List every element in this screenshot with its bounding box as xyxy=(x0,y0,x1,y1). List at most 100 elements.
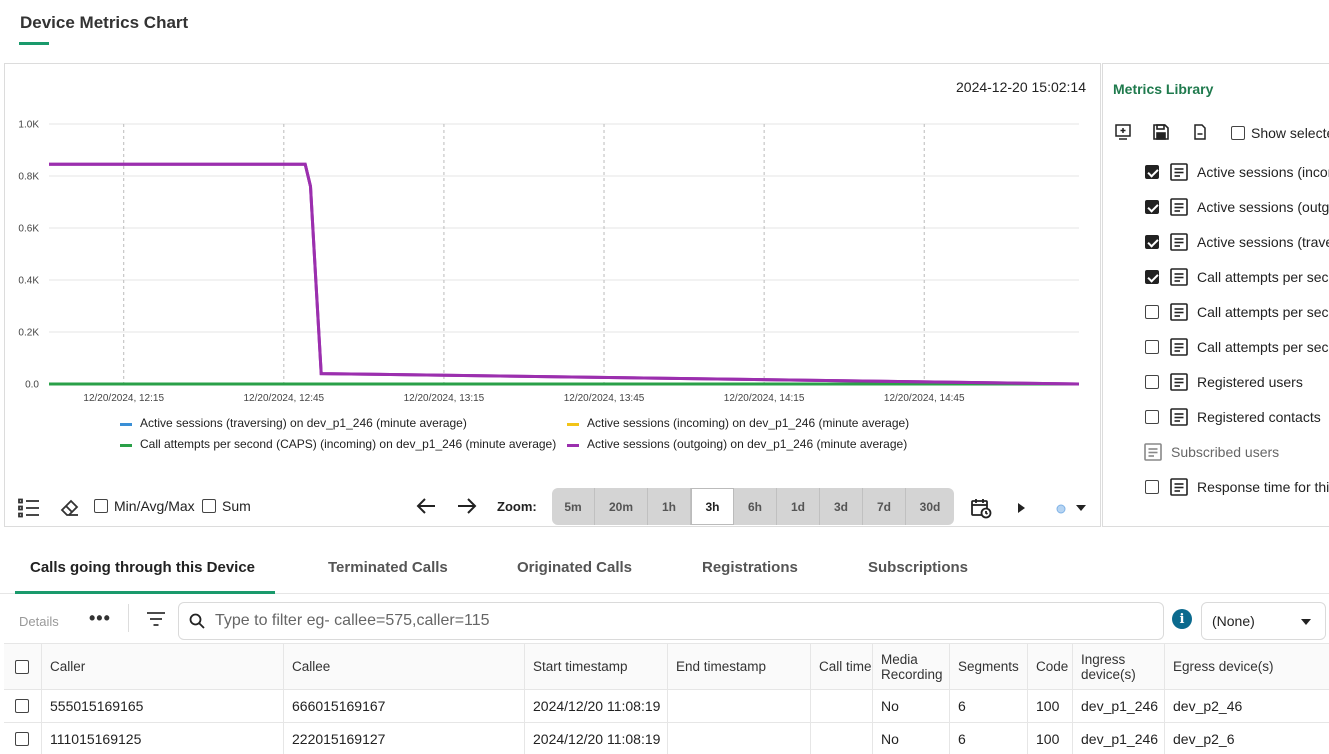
zoom-label: Zoom: xyxy=(497,499,537,514)
column-preset-select[interactable]: (None) xyxy=(1201,602,1326,640)
zoom-3h-button[interactable]: 3h xyxy=(691,488,734,525)
library-toolbar: Show selected xyxy=(1113,122,1329,146)
library-item[interactable]: Subscribed users xyxy=(1139,440,1279,464)
zoom-30d-button[interactable]: 30d xyxy=(906,488,954,525)
file-minus-icon[interactable] xyxy=(1190,122,1210,142)
x-tick-label: 12/20/2024, 14:15 xyxy=(724,393,805,404)
library-item-checkbox[interactable] xyxy=(1145,235,1159,249)
minavgmax-box[interactable] xyxy=(94,499,108,513)
zoom-1h-button[interactable]: 1h xyxy=(648,488,691,525)
library-item[interactable]: Active sessions (outgoing) xyxy=(1145,195,1329,219)
column-header[interactable]: Start timestamp xyxy=(525,644,668,689)
sum-checkbox[interactable]: Sum xyxy=(202,498,251,514)
metrics-library-title: Metrics Library xyxy=(1113,81,1214,97)
library-item[interactable]: Call attempts per second xyxy=(1145,335,1329,359)
eraser-icon[interactable] xyxy=(58,496,82,520)
library-item-label: Response time for this xyxy=(1197,479,1329,495)
library-item[interactable]: Registered users xyxy=(1145,370,1303,394)
tab-originated-calls[interactable]: Originated Calls xyxy=(517,559,632,576)
tab-terminated-calls[interactable]: Terminated Calls xyxy=(328,559,448,576)
library-item[interactable]: Active sessions (incoming) xyxy=(1145,160,1329,184)
table-cell: 111015169125 xyxy=(42,723,284,754)
add-chart-icon[interactable] xyxy=(1113,122,1133,142)
minavgmax-checkbox[interactable]: Min/Avg/Max xyxy=(94,498,195,514)
library-item-checkbox[interactable] xyxy=(1145,340,1159,354)
tab-subscriptions[interactable]: Subscriptions xyxy=(868,559,968,576)
table-cell: 555015169165 xyxy=(42,690,284,722)
search-icon xyxy=(189,613,205,629)
select-all-checkbox[interactable] xyxy=(15,659,29,674)
details-button[interactable]: Details xyxy=(19,614,59,629)
active-tab-indicator xyxy=(15,591,275,594)
document-icon xyxy=(1169,477,1189,497)
row-checkbox[interactable] xyxy=(15,699,29,713)
library-item-checkbox[interactable] xyxy=(1145,305,1159,319)
x-tick-label: 12/20/2024, 12:45 xyxy=(243,393,324,404)
legend-list-icon[interactable] xyxy=(17,496,41,520)
library-item-checkbox[interactable] xyxy=(1145,165,1159,179)
library-item-label: Call attempts per second xyxy=(1197,339,1329,355)
column-header[interactable]: Callee xyxy=(284,644,525,689)
library-item[interactable]: Call attempts per second xyxy=(1145,265,1329,289)
table-cell: 100 xyxy=(1028,690,1073,722)
calls-tab-bar: Calls going through this Device Terminat… xyxy=(0,548,1329,594)
x-tick-label: 12/20/2024, 13:15 xyxy=(404,393,485,404)
more-options-button[interactable]: ••• xyxy=(89,608,111,629)
library-item[interactable]: Call attempts per second xyxy=(1145,300,1329,324)
filter-search-input[interactable] xyxy=(215,612,1115,630)
legend-label: Active sessions (incoming) on dev_p1_246… xyxy=(587,416,909,430)
zoom-3d-button[interactable]: 3d xyxy=(820,488,863,525)
library-item-label: Active sessions (traversing) xyxy=(1197,234,1329,250)
tab-registrations[interactable]: Registrations xyxy=(702,559,798,576)
caret-down-icon[interactable] xyxy=(1069,496,1093,520)
legend-label: Call attempts per second (CAPS) (incomin… xyxy=(140,437,556,451)
tab-calls-through-device[interactable]: Calls going through this Device xyxy=(30,559,255,576)
library-item-checkbox[interactable] xyxy=(1145,200,1159,214)
zoom-7d-button[interactable]: 7d xyxy=(863,488,906,525)
library-item[interactable]: Active sessions (traversing) xyxy=(1145,230,1329,254)
zoom-button-group: 5m 20m 1h 3h 6h 1d 3d 7d 30d xyxy=(552,488,954,525)
document-icon xyxy=(1143,442,1163,462)
table-cell: 6 xyxy=(950,690,1028,722)
column-header[interactable]: Code xyxy=(1028,644,1073,689)
show-selected-box[interactable] xyxy=(1231,126,1245,140)
play-icon[interactable] xyxy=(1009,496,1033,520)
zoom-1d-button[interactable]: 1d xyxy=(777,488,820,525)
column-header[interactable]: Caller xyxy=(42,644,284,689)
library-item-checkbox[interactable] xyxy=(1145,410,1159,424)
column-header[interactable]: End timestamp xyxy=(668,644,811,689)
table-cell xyxy=(811,690,873,722)
column-header[interactable]: Media Recording xyxy=(873,644,950,689)
legend-swatch xyxy=(567,444,579,447)
calendar-clock-icon[interactable] xyxy=(969,496,993,520)
column-header[interactable]: Segments xyxy=(950,644,1028,689)
show-selected-toggle[interactable]: Show selected xyxy=(1231,125,1329,141)
column-header[interactable]: Call time xyxy=(811,644,873,689)
library-item[interactable]: Response time for this xyxy=(1145,475,1329,499)
table-cell: No xyxy=(873,723,950,754)
column-header[interactable]: Ingress device(s) xyxy=(1073,644,1165,689)
column-header[interactable]: Egress device(s) xyxy=(1165,644,1329,689)
library-item-checkbox[interactable] xyxy=(1145,480,1159,494)
sum-label: Sum xyxy=(222,498,251,514)
zoom-5m-button[interactable]: 5m xyxy=(552,488,595,525)
zoom-6h-button[interactable]: 6h xyxy=(734,488,777,525)
library-item-label: Active sessions (incoming) xyxy=(1197,164,1329,180)
library-item-checkbox[interactable] xyxy=(1145,270,1159,284)
x-tick-label: 12/20/2024, 12:15 xyxy=(83,393,164,404)
sum-box[interactable] xyxy=(202,499,216,513)
library-item-checkbox[interactable] xyxy=(1145,375,1159,389)
document-icon xyxy=(1169,302,1189,322)
arrow-left-icon[interactable] xyxy=(416,496,436,522)
filter-icon[interactable] xyxy=(146,611,166,632)
table-row[interactable]: 111015169125 222015169127 2024/12/20 11:08… xyxy=(4,723,1329,754)
legend-swatch xyxy=(120,444,132,447)
library-item[interactable]: Registered contacts xyxy=(1145,405,1321,429)
info-icon[interactable]: i xyxy=(1172,609,1192,629)
save-icon[interactable] xyxy=(1151,122,1171,142)
zoom-20m-button[interactable]: 20m xyxy=(595,488,648,525)
table-row[interactable]: 555015169165 666015169167 2024/12/20 11:08… xyxy=(4,690,1329,723)
row-checkbox[interactable] xyxy=(15,732,29,746)
arrow-right-icon[interactable] xyxy=(457,496,477,522)
chevron-down-icon xyxy=(1301,619,1311,625)
